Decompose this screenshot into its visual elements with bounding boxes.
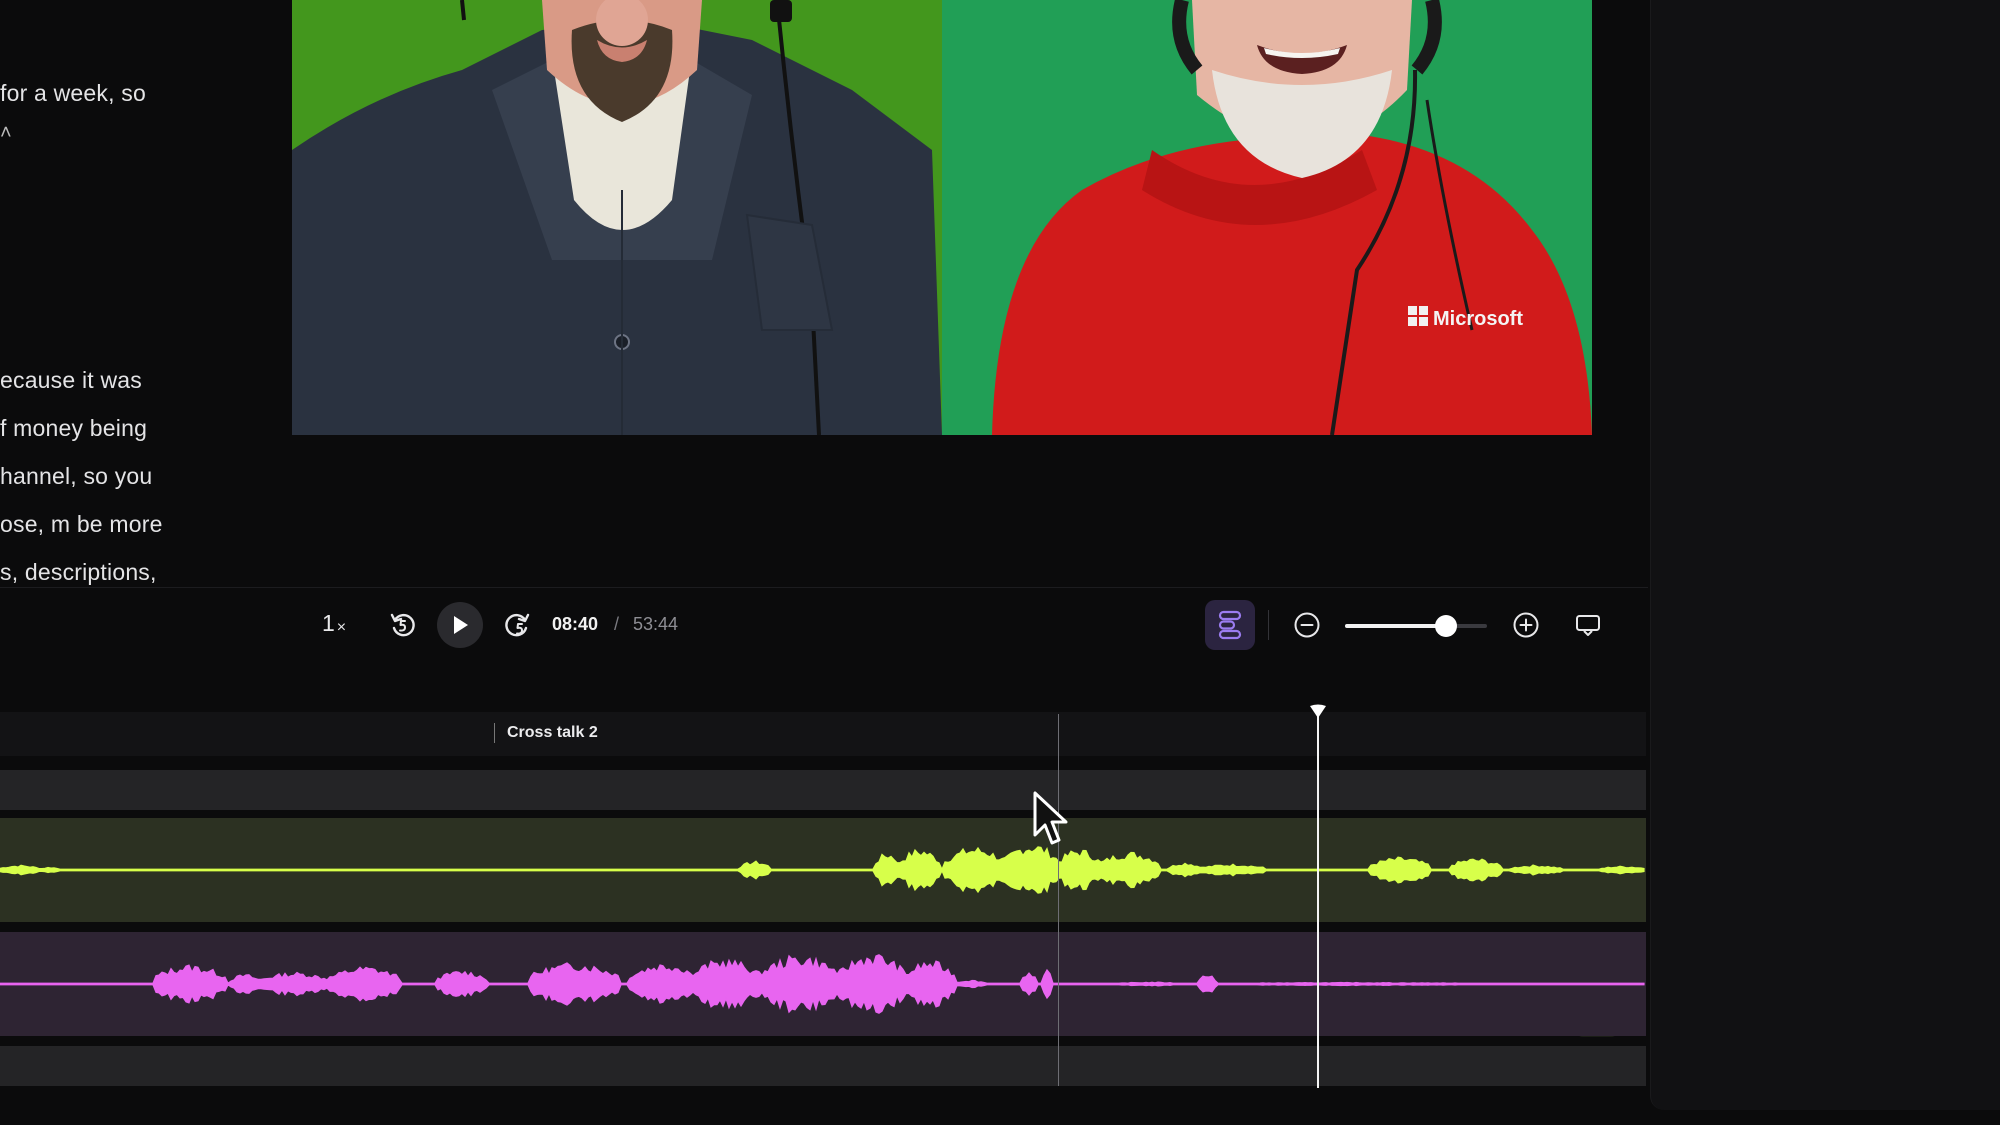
speed-suffix: × <box>336 618 347 636</box>
video-preview[interactable]: Microsoft <box>292 0 1592 435</box>
transcript-line[interactable]: ˄ <box>0 122 12 145</box>
forward-5-icon <box>505 613 530 637</box>
player-controls: 1 × 08:40 / 53:44 <box>0 588 1648 660</box>
playhead[interactable] <box>1317 710 1319 1088</box>
waveform-speaker-1 <box>0 846 1645 894</box>
rewind-5-icon <box>390 613 415 637</box>
zoom-in-button[interactable] <box>1511 610 1541 640</box>
forward-5-button[interactable] <box>502 610 532 640</box>
time-separator: / <box>614 614 620 634</box>
screen-icon <box>1576 615 1600 636</box>
layout-toggle-button[interactable] <box>1205 600 1255 650</box>
hover-position-line <box>1058 714 1059 1086</box>
zoom-slider-handle[interactable] <box>1434 615 1457 637</box>
playhead-handle[interactable] <box>1309 704 1327 720</box>
play-icon <box>454 616 468 634</box>
transcript-line[interactable]: for a week, so <box>0 80 146 107</box>
transcript-line[interactable]: f money being <box>0 415 147 442</box>
current-time: 08:40 <box>552 614 599 634</box>
transcript-panel: for a week, so ˄ ecause it was f money b… <box>0 0 280 590</box>
audio-track-speaker-1[interactable] <box>0 818 1646 1037</box>
timeline[interactable]: Cross talk 2 <box>0 704 1646 1090</box>
rewind-5-button[interactable] <box>388 610 418 640</box>
transcript-line[interactable]: ose, m be more <box>0 511 163 538</box>
marker-tick <box>494 723 495 743</box>
controls-separator <box>1268 610 1269 640</box>
speed-value: 1 <box>322 610 335 636</box>
zoom-out-button[interactable] <box>1292 610 1322 640</box>
mouse-cursor-icon <box>1033 791 1068 845</box>
zoom-out-icon <box>1294 612 1320 638</box>
zoom-slider[interactable] <box>1345 615 1487 637</box>
shirt-logo-text: Microsoft <box>1433 308 1523 330</box>
audio-track-speaker-2[interactable] <box>0 932 1646 1036</box>
transcript-line[interactable]: ecause it was <box>0 367 142 394</box>
timeline-track-empty-bottom[interactable] <box>0 1046 1646 1086</box>
right-panel <box>1650 0 2000 1110</box>
timeline-ruler[interactable]: Cross talk 2 <box>0 712 1646 756</box>
play-button[interactable] <box>437 602 483 648</box>
zoom-slider-fill <box>1345 624 1446 628</box>
timeline-track-empty-top[interactable] <box>0 770 1646 810</box>
screen-button[interactable] <box>1573 610 1603 640</box>
marker-label[interactable]: Cross talk 2 <box>507 724 598 742</box>
playback-speed-button[interactable]: 1 × <box>322 610 346 637</box>
transcript-line[interactable]: s, descriptions, <box>0 559 157 586</box>
zoom-in-icon <box>1513 612 1539 638</box>
layout-transcript-icon <box>1218 610 1242 640</box>
waveform-speaker-2 <box>0 954 1645 1014</box>
transcript-line[interactable]: hannel, so you <box>0 463 152 490</box>
total-time: 53:44 <box>633 614 679 634</box>
